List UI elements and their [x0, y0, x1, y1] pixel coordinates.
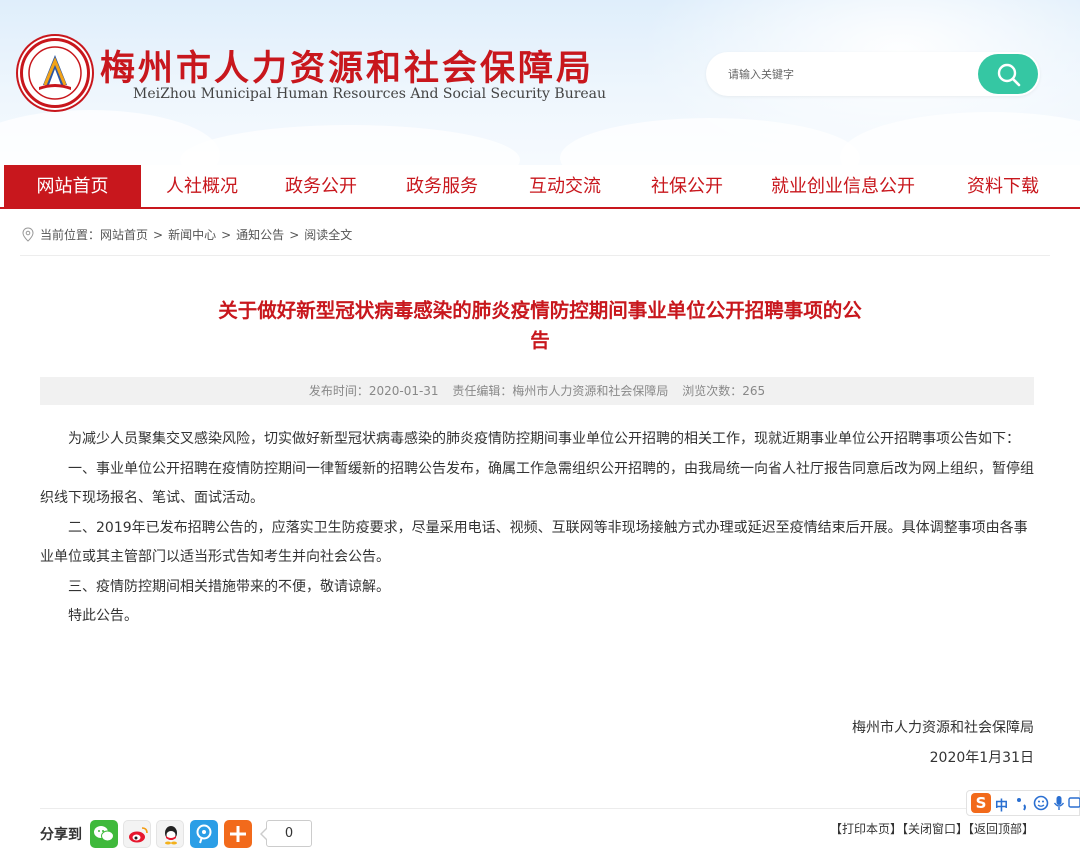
breadcrumb-divider: [20, 255, 1050, 256]
breadcrumb-home[interactable]: 网站首页: [100, 228, 148, 242]
nav-item-gov-affairs-open[interactable]: 政务公开: [268, 165, 374, 209]
editor: 责任编辑：梅州市人力资源和社会保障局: [452, 384, 669, 398]
article-paragraph: 三、疫情防控期间相关措施带来的不便，敬请谅解。: [68, 578, 390, 595]
view-count: 浏览次数：265: [682, 384, 766, 398]
site-title: 梅州市人力资源和社会保障局: [100, 49, 595, 89]
site-subtitle: MeiZhou Municipal Human Resources And So…: [133, 86, 607, 102]
nav-item-overview[interactable]: 人社概况: [150, 165, 254, 209]
breadcrumb-separator: >: [221, 228, 232, 242]
article-title: 关于做好新型冠状病毒感染的肺炎疫情防控期间事业单位公开招聘事项的公 告: [160, 296, 920, 356]
sogou-s-icon[interactable]: S: [971, 793, 991, 813]
article-paragraph: 一、事业单位公开招聘在疫情防控期间一律暂缓新的招聘公告发布，确属工作急需组织公开…: [40, 460, 1034, 507]
breadcrumb-separator: >: [289, 228, 300, 242]
article-title-line: 关于做好新型冠状病毒感染的肺炎疫情防控期间事业单位公开招聘事项的公: [218, 299, 862, 322]
article-paragraph: 二、2019年已发布招聘公告的，应落实卫生防疫要求，尽量采用电话、视频、互联网等…: [40, 519, 1028, 566]
nav-item-social-security[interactable]: 社保公开: [634, 165, 740, 209]
article-paragraph: 为减少人员聚集交叉感染风险，切实做好新型冠状病毒感染的肺炎疫情防控期间事业单位公…: [68, 431, 1020, 447]
ime-toolbar[interactable]: S 中: [966, 790, 1080, 816]
signature-date: 2020年1月31日: [929, 750, 1034, 766]
footer-links: 【打印本页】【关闭窗口】【返回顶部】: [830, 820, 1034, 837]
breadcrumb: 当前位置：网站首页 > 新闻中心 > 通知公告 > 阅读全文: [22, 226, 352, 248]
article-meta: 发布时间：2020-01-31 责任编辑：梅州市人力资源和社会保障局 浏览次数：…: [40, 377, 1034, 405]
site-header: 梅州市人力资源和社会保障局 MeiZhou Municipal Human Re…: [0, 0, 1080, 165]
qq-share-icon[interactable]: [156, 820, 184, 848]
emoji-icon[interactable]: [1033, 795, 1049, 811]
weibo-share-icon[interactable]: [123, 820, 151, 848]
bureau-emblem-logo[interactable]: [20, 38, 90, 108]
publish-date: 发布时间：2020-01-31: [308, 384, 439, 398]
nav-item-interaction[interactable]: 互动交流: [512, 165, 618, 209]
breadcrumb-prefix: 当前位置：: [40, 228, 101, 242]
more-share-icon[interactable]: [224, 820, 252, 848]
back-to-top-link[interactable]: 【返回顶部】: [968, 822, 1034, 836]
article-body: 为减少人员聚集交叉感染风险，切实做好新型冠状病毒感染的肺炎疫情防控期间事业单位公…: [40, 425, 1036, 632]
qzone-share-icon[interactable]: [190, 820, 218, 848]
microphone-icon[interactable]: [1053, 795, 1065, 811]
search-button[interactable]: [978, 54, 1038, 94]
nav-item-downloads[interactable]: 资料下载: [950, 165, 1056, 209]
breadcrumb-news-center[interactable]: 新闻中心: [168, 228, 216, 242]
close-window-link[interactable]: 【关闭窗口】: [902, 822, 968, 836]
share-label: 分享到: [40, 827, 82, 843]
location-pin-icon: [22, 227, 34, 242]
nav-item-gov-services[interactable]: 政务服务: [389, 165, 495, 209]
search-box: [706, 52, 1040, 96]
article-signature: 梅州市人力资源和社会保障局 2020年1月31日: [852, 713, 1034, 773]
nav-item-home[interactable]: 网站首页: [4, 165, 141, 209]
share-count: 0: [260, 820, 312, 847]
ime-language[interactable]: 中: [995, 795, 1008, 814]
nav-item-employment[interactable]: 就业创业信息公开: [760, 165, 926, 209]
header-cloud: [180, 125, 520, 165]
keyboard-icon[interactable]: [1068, 795, 1080, 811]
wechat-share-icon[interactable]: [90, 820, 118, 848]
signature-org: 梅州市人力资源和社会保障局: [852, 720, 1034, 736]
breadcrumb-notices[interactable]: 通知公告: [236, 228, 284, 242]
punctuation-icon[interactable]: [1015, 795, 1029, 811]
search-icon: [997, 63, 1021, 87]
article-title-line: 告: [530, 329, 550, 352]
main-nav: 网站首页 人社概况 政务公开 政务服务 互动交流 社保公开 就业创业信息公开 资…: [0, 165, 1080, 209]
article-paragraph: 特此公告。: [68, 608, 138, 624]
search-input[interactable]: [706, 52, 976, 96]
share-divider: [40, 808, 1034, 809]
print-page-link[interactable]: 【打印本页】: [830, 822, 902, 836]
breadcrumb-current: 阅读全文: [304, 228, 353, 242]
breadcrumb-separator: >: [153, 228, 164, 242]
